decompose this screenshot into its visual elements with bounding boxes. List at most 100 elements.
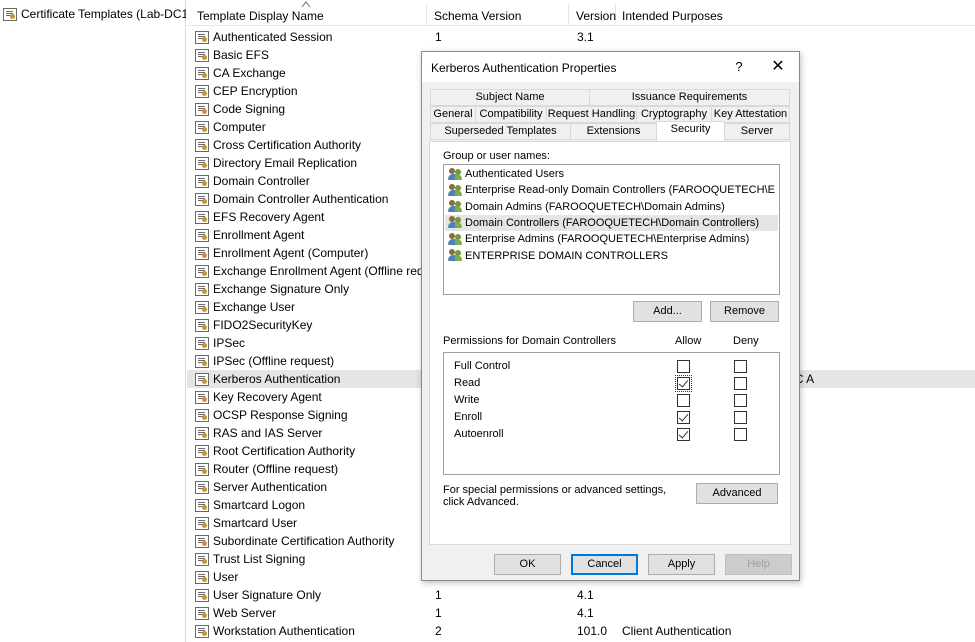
user-list-item[interactable]: Enterprise Read-only Domain Controllers … <box>448 182 775 198</box>
tab-issuance-requirements[interactable]: Issuance Requirements <box>589 89 790 106</box>
template-name-cell: Basic EFS <box>187 48 427 62</box>
template-name: User Signature Only <box>213 588 322 602</box>
template-name-cell: Enrollment Agent <box>187 228 427 242</box>
template-name-cell: Enrollment Agent (Computer) <box>187 246 427 260</box>
certificate-template-icon <box>195 624 209 638</box>
template-name-cell: Domain Controller <box>187 174 427 188</box>
template-name: Trust List Signing <box>213 552 306 566</box>
table-row[interactable]: Web Server 1 4.1 <box>187 604 975 622</box>
certificate-template-icon <box>195 318 209 332</box>
certificate-template-icon <box>195 264 209 278</box>
permission-row: Enroll <box>444 409 779 426</box>
table-row[interactable]: User Signature Only 1 4.1 <box>187 586 975 604</box>
deny-checkbox[interactable] <box>734 411 747 424</box>
deny-checkbox[interactable] <box>734 360 747 373</box>
template-name-cell: Directory Email Replication <box>187 156 427 170</box>
group-user-list[interactable]: Authenticated Users Enterprise Read-only … <box>443 164 780 295</box>
list-header: Template Display Name Schema Version Ver… <box>187 1 975 26</box>
tab-security[interactable]: Security <box>656 121 725 141</box>
advanced-button[interactable]: Advanced <box>696 483 778 504</box>
help-icon[interactable]: ? <box>729 57 749 77</box>
template-name: RAS and IAS Server <box>213 426 323 440</box>
add-button[interactable]: Add... <box>633 301 702 322</box>
remove-button[interactable]: Remove <box>710 301 779 322</box>
tab-compatibility[interactable]: Compatibility <box>475 106 547 123</box>
template-name: CEP Encryption <box>213 84 298 98</box>
table-row[interactable]: Workstation Authentication 2 101.0 Client A… <box>187 622 975 640</box>
template-name-cell: Domain Controller Authentication <box>187 192 427 206</box>
template-name: Domain Controller Authentication <box>213 192 389 206</box>
schema-version-cell: 1 <box>435 30 442 44</box>
group-users-icon <box>448 200 463 213</box>
user-list-item[interactable]: Domain Controllers (FAROOQUETECH\Domain … <box>445 214 778 231</box>
column-header-version[interactable]: Version <box>569 4 616 26</box>
template-name-cell: IPSec <box>187 336 427 350</box>
template-name-cell: Smartcard Logon <box>187 498 427 512</box>
template-name: Exchange Signature Only <box>213 282 350 296</box>
column-header-label: Schema Version <box>434 9 522 23</box>
template-name-cell: CA Exchange <box>187 66 427 80</box>
tab-extensions[interactable]: Extensions <box>570 123 657 140</box>
tab-subject-name[interactable]: Subject Name <box>430 89 590 106</box>
deny-checkbox[interactable] <box>734 428 747 441</box>
allow-checkbox[interactable] <box>677 411 690 424</box>
deny-checkbox[interactable] <box>734 377 747 390</box>
certificate-template-icon <box>195 120 209 134</box>
certificate-template-icon <box>3 7 17 21</box>
template-name: Exchange User <box>213 300 296 314</box>
certificate-template-icon <box>195 444 209 458</box>
template-name-cell: Exchange Signature Only <box>187 282 427 296</box>
template-name: Directory Email Replication <box>213 156 358 170</box>
template-name: Web Server <box>213 606 277 620</box>
properties-dialog: Kerberos Authentication Properties ? ✕ S… <box>421 51 800 581</box>
column-header-schema-version[interactable]: Schema Version <box>427 4 569 26</box>
dialog-title: Kerberos Authentication Properties <box>431 61 617 75</box>
template-name-cell: Workstation Authentication <box>187 624 427 638</box>
user-list-item[interactable]: Enterprise Admins (FAROOQUETECH\Enterpri… <box>448 231 775 247</box>
apply-button[interactable]: Apply <box>648 554 715 575</box>
permission-name: Write <box>454 394 480 406</box>
tab-superseded-templates[interactable]: Superseded Templates <box>430 123 571 140</box>
tab-general[interactable]: General <box>430 106 476 123</box>
ok-button[interactable]: OK <box>494 554 561 575</box>
tree-node-certificate-templates[interactable]: Certificate Templates (Lab-DC1. <box>3 5 186 23</box>
allow-checkbox[interactable] <box>675 375 692 392</box>
certificate-template-icon <box>195 102 209 116</box>
deny-column-label: Deny <box>733 335 759 347</box>
certificate-template-icon <box>195 228 209 242</box>
deny-checkbox[interactable] <box>734 394 747 407</box>
user-list-item[interactable]: Authenticated Users <box>448 166 775 182</box>
table-row[interactable]: Authenticated Session 1 3.1 <box>187 28 975 46</box>
user-list-item[interactable]: Domain Admins (FAROOQUETECH\Domain Admin… <box>448 199 775 215</box>
permission-row: Autoenroll <box>444 426 779 443</box>
security-tab-page: Group or user names: Authenticated Users… <box>429 141 791 545</box>
template-name-cell: Root Certification Authority <box>187 444 427 458</box>
user-name: ENTERPRISE DOMAIN CONTROLLERS <box>465 249 668 262</box>
tab-request-handling[interactable]: Request Handling <box>546 106 637 123</box>
allow-checkbox[interactable] <box>677 360 690 373</box>
allow-checkbox[interactable] <box>677 428 690 441</box>
certificate-template-icon <box>195 606 209 620</box>
column-header-intended-purposes[interactable]: Intended Purposes <box>616 4 975 26</box>
tab-server[interactable]: Server <box>724 123 790 140</box>
certificate-template-icon <box>195 84 209 98</box>
permission-name: Enroll <box>454 411 483 423</box>
certificate-template-icon <box>195 534 209 548</box>
console-tree: Certificate Templates (Lab-DC1. <box>0 0 186 642</box>
allow-checkbox[interactable] <box>677 394 690 407</box>
cancel-button[interactable]: Cancel <box>571 554 638 575</box>
column-header-display-name[interactable]: Template Display Name <box>187 1 427 26</box>
template-name-cell: User <box>187 570 427 584</box>
template-name: Exchange Enrollment Agent (Offline requ.… <box>213 264 427 278</box>
template-name: Smartcard Logon <box>213 498 306 512</box>
sort-ascending-icon <box>301 1 311 8</box>
permissions-for-label: Permissions for Domain Controllers <box>443 335 616 347</box>
certificate-template-icon <box>195 516 209 530</box>
template-name: FIDO2SecurityKey <box>213 318 313 332</box>
user-list-item[interactable]: ENTERPRISE DOMAIN CONTROLLERS <box>448 248 775 264</box>
template-name: IPSec <box>213 336 246 350</box>
help-button[interactable]: Help <box>725 554 792 575</box>
certificate-template-icon <box>195 426 209 440</box>
user-name: Domain Admins (FAROOQUETECH\Domain Admin… <box>465 200 725 213</box>
close-icon[interactable]: ✕ <box>767 57 789 77</box>
